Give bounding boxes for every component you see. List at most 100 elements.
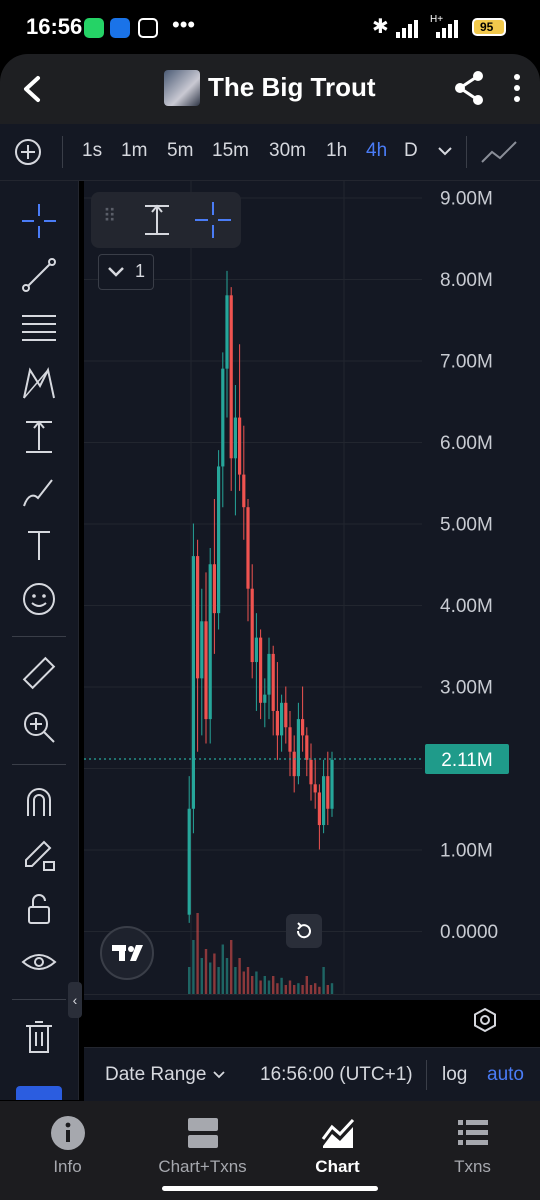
candle-body [326, 776, 330, 809]
candle-body [301, 719, 305, 736]
volume-bar [196, 913, 199, 994]
delete-tool[interactable] [14, 1015, 64, 1059]
candle-body [191, 556, 195, 809]
volume-bar [280, 977, 283, 994]
trend-line-icon [22, 258, 56, 292]
candle-body [313, 784, 317, 793]
volume-bar [230, 940, 233, 994]
candle-body [246, 507, 250, 589]
candle-body [330, 759, 334, 809]
volume-bar [251, 976, 254, 994]
candle-body [250, 588, 254, 663]
date-range-button[interactable]: Date Range [105, 1064, 206, 1086]
y-tick-label: 1.00M [440, 841, 493, 862]
visibility-tool[interactable] [14, 941, 64, 985]
candle-body [242, 474, 246, 508]
toolbar-divider [12, 764, 66, 765]
tf-4h[interactable]: 4h [366, 140, 387, 162]
divider [426, 1060, 427, 1090]
emoji-tool[interactable] [14, 577, 64, 621]
trend-line-tool[interactable] [14, 253, 64, 297]
timeframe-bar: 1s 1m 5m 15m 30m 1h 4h D [0, 124, 540, 181]
tf-1h[interactable]: 1h [326, 140, 347, 162]
collapse-toolbar-icon[interactable]: ‹ [68, 982, 82, 1018]
zoom-tool[interactable] [14, 705, 64, 749]
share-icon[interactable] [452, 70, 486, 106]
y-tick-label: 7.00M [440, 352, 493, 373]
ruler-tool[interactable] [14, 651, 64, 695]
volume-bar [217, 967, 220, 994]
candle-body [238, 417, 242, 475]
home-indicator [162, 1186, 378, 1191]
chevron-down-icon[interactable] [212, 1070, 226, 1080]
chart-type-icon[interactable] [480, 138, 520, 166]
back-icon[interactable] [18, 74, 46, 104]
volume-bar [200, 958, 203, 994]
messages-icon [110, 18, 130, 38]
reset-chart-button[interactable] [286, 914, 322, 948]
add-indicator-icon[interactable] [14, 138, 42, 166]
candle-body [233, 417, 237, 459]
volume-bar [234, 967, 237, 994]
crosshair-icon[interactable] [193, 200, 233, 240]
candle-body [204, 621, 208, 720]
price-chart[interactable]: 9.00M 8.00M 7.00M 6.00M 5.00M 4.00M 3.00M 1.00M… [84, 181, 540, 1033]
drag-handle-icon[interactable]: ⠿ [103, 206, 116, 227]
page-title: The Big Trout [208, 72, 376, 102]
auto-scale-toggle[interactable]: auto [487, 1064, 524, 1086]
crosshair-tool[interactable] [14, 199, 64, 243]
tf-1s[interactable]: 1s [82, 140, 102, 162]
whatsapp-icon [84, 18, 104, 38]
chart-settings-icon[interactable] [472, 1007, 498, 1033]
info-icon [51, 1116, 85, 1150]
lock-drawing-tool[interactable] [14, 833, 64, 877]
tradingview-logo [100, 926, 154, 980]
volume-bar [246, 967, 250, 994]
measure-tool[interactable] [14, 415, 64, 459]
y-tick-label: 5.00M [440, 515, 493, 536]
candle-body [254, 637, 258, 663]
signal-icon [396, 20, 418, 38]
signal-icon-2 [436, 20, 458, 38]
tf-15m[interactable]: 15m [212, 140, 249, 162]
volume-bar [305, 976, 308, 994]
log-scale-toggle[interactable]: log [442, 1064, 467, 1086]
y-tick-label: 4.00M [440, 596, 493, 617]
collapse-indicators-button[interactable]: 1 [98, 254, 154, 290]
x-axis-border [84, 994, 540, 995]
status-time: 16:56 [26, 14, 83, 39]
magnet-tool[interactable] [14, 779, 64, 823]
candle-body [267, 653, 271, 695]
pattern-tool[interactable] [14, 361, 64, 405]
tf-5m[interactable]: 5m [167, 140, 193, 162]
y-tick-label: 0.0000 [440, 922, 498, 943]
price-range-icon[interactable] [137, 200, 177, 240]
unlock-tool[interactable] [14, 887, 64, 931]
candle-body [305, 735, 309, 760]
scroll-up-button[interactable] [16, 1086, 62, 1100]
text-icon [28, 531, 50, 560]
token-avatar [164, 70, 200, 106]
volume-bar [213, 953, 216, 994]
candle-body [317, 792, 321, 826]
tradingview-logo-icon [112, 945, 143, 961]
tf-d[interactable]: D [404, 140, 418, 162]
more-notifications-icon: ••• [172, 12, 196, 37]
candle-body [259, 637, 263, 703]
brush-tool[interactable] [14, 469, 64, 513]
price-range-icon [26, 420, 52, 453]
volume-bar [297, 983, 300, 994]
chevron-down-icon [108, 267, 124, 277]
volume-bar [301, 985, 304, 994]
more-options-icon[interactable] [510, 72, 524, 106]
tf-30m[interactable]: 30m [269, 140, 306, 162]
toolbar-divider [12, 999, 66, 1000]
chevron-down-icon[interactable] [436, 144, 454, 158]
pencil-lock-icon [25, 840, 55, 871]
text-tool[interactable] [14, 523, 64, 567]
volume-bar [293, 985, 296, 994]
telegram-icon [138, 18, 158, 38]
candle-body [208, 564, 212, 720]
fib-tool[interactable] [14, 307, 64, 351]
tf-1m[interactable]: 1m [121, 140, 147, 162]
